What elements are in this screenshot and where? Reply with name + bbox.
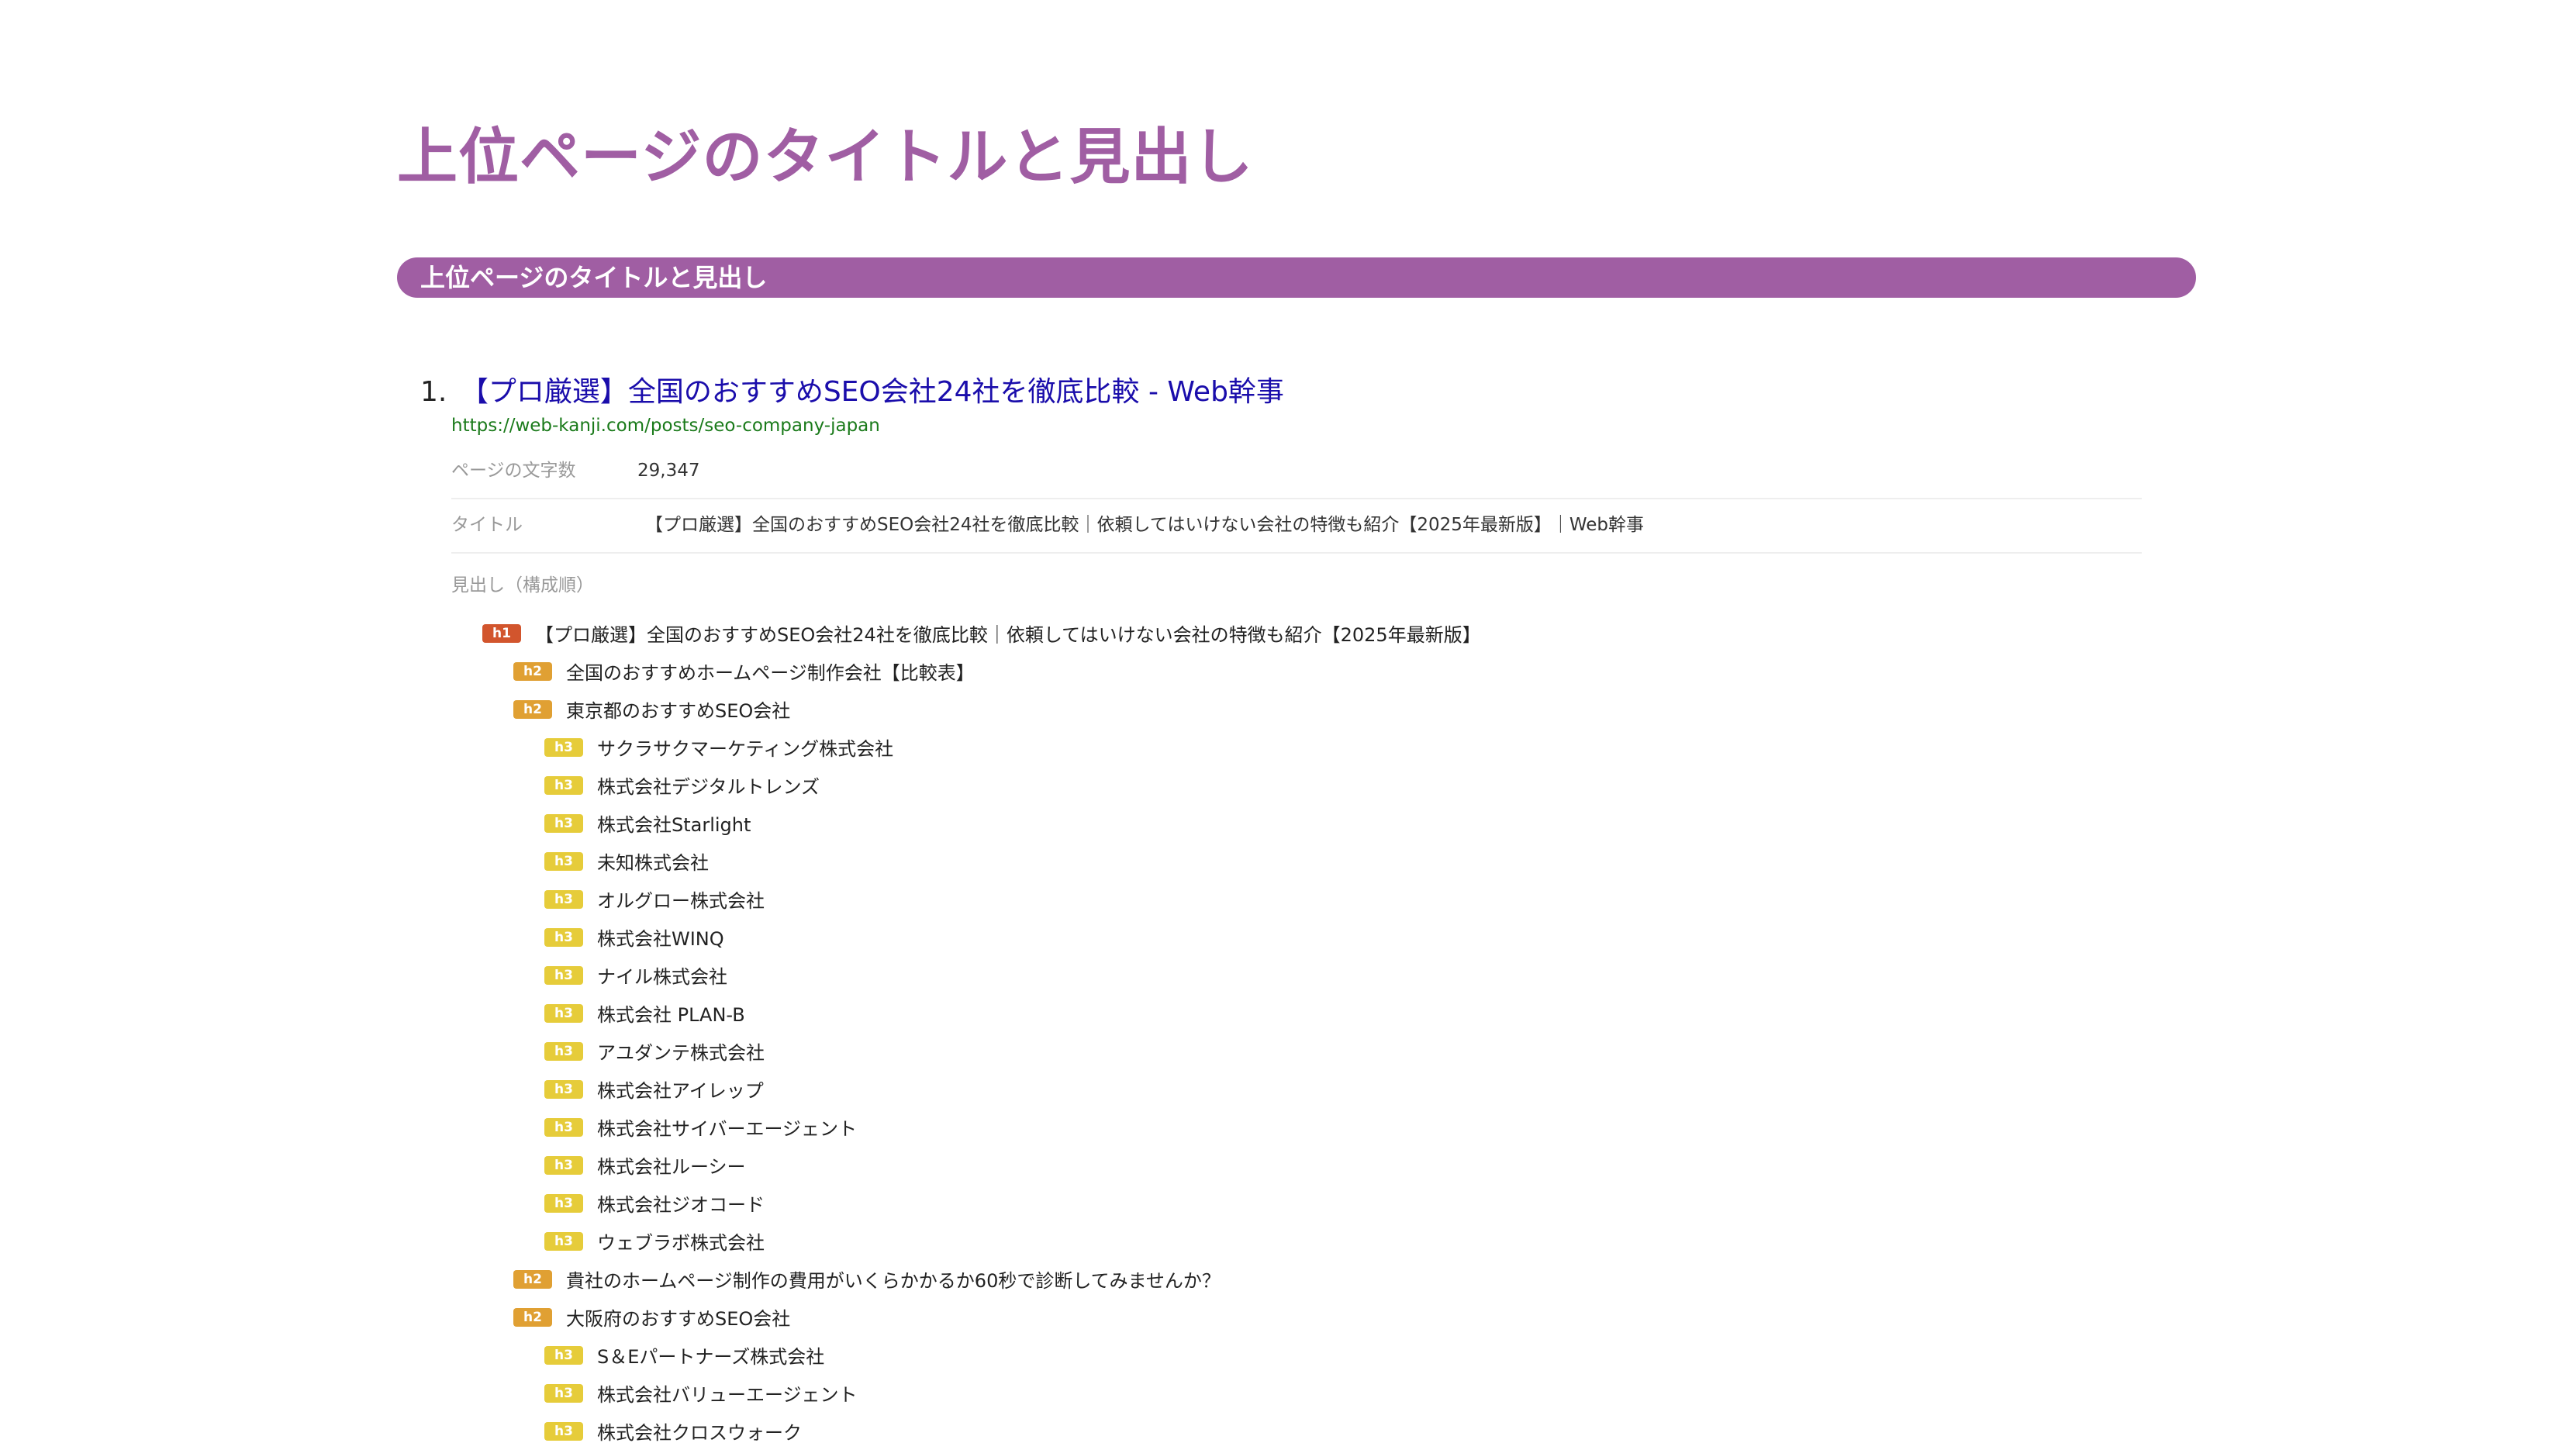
heading-level-badge: h3 [544, 1231, 583, 1251]
heading-item-h2: h2 東京都のおすすめSEO会社 [420, 690, 1481, 728]
heading-item-h3: h3 アユダンテ株式会社 [420, 1032, 1481, 1070]
heading-level-badge: h1 [482, 623, 521, 643]
heading-text: 貴社のホームページ制作の費用がいくらかかるか60秒で診断してみませんか？ [566, 1270, 1221, 1292]
heading-text: サクラサクマーケティング株式会社 [597, 738, 894, 760]
heading-item-h3: h3 株式会社ジオコード [420, 1184, 1481, 1222]
section-header-bar: 上位ページのタイトルと見出し [397, 257, 2196, 298]
page-title-label: タイトル [451, 515, 523, 535]
heading-item-h3: h3 S＆Eパートナーズ株式会社 [420, 1336, 1481, 1374]
heading-item-h2: h2 大阪府のおすすめSEO会社 [420, 1298, 1481, 1336]
heading-item-h3: h3 オルグロー株式会社 [420, 880, 1481, 918]
heading-level-badge: h3 [544, 965, 583, 985]
result-heading: 1. 【プロ厳選】全国のおすすめSEO会社24社を徹底比較 - Web幹事 [420, 372, 1284, 413]
heading-text: 株式会社バリューエージェント [597, 1384, 858, 1406]
heading-text: アユダンテ株式会社 [597, 1042, 765, 1064]
result-url[interactable]: https://web-kanji.com/posts/seo-company-… [451, 416, 880, 436]
heading-text: ウェブラボ株式会社 [597, 1232, 765, 1254]
heading-item-h3: h3 未知株式会社 [420, 842, 1481, 880]
heading-level-badge: h3 [544, 1003, 583, 1023]
headings-list: h1 【プロ厳選】全国のおすすめSEO会社24社を徹底比較｜依頼してはいけない会社… [420, 614, 1481, 1450]
heading-level-badge: h2 [513, 1307, 552, 1327]
heading-level-badge: h3 [544, 1155, 583, 1175]
heading-level-badge: h2 [513, 661, 552, 681]
heading-level-badge: h2 [513, 1269, 552, 1289]
heading-text: 株式会社WINQ [597, 928, 724, 950]
heading-level-badge: h3 [544, 851, 583, 871]
heading-text: 株式会社アイレップ [597, 1080, 764, 1102]
heading-level-badge: h3 [544, 775, 583, 795]
heading-text: 株式会社 PLAN-B [597, 1004, 745, 1026]
heading-item-h3: h3 株式会社WINQ [420, 918, 1481, 956]
heading-level-badge: h3 [544, 1041, 583, 1061]
result-title-link[interactable]: 【プロ厳選】全国のおすすめSEO会社24社を徹底比較 - Web幹事 [461, 376, 1284, 408]
heading-item-h3: h3 株式会社サイバーエージェント [420, 1108, 1481, 1146]
heading-text: 株式会社サイバーエージェント [597, 1118, 858, 1140]
heading-item-h3: h3 株式会社Starlight [420, 804, 1481, 842]
heading-text: オルグロー株式会社 [597, 890, 765, 912]
heading-item-h3: h3 ナイル株式会社 [420, 956, 1481, 994]
heading-text: 株式会社Starlight [597, 814, 751, 836]
heading-text: 株式会社ルーシー [597, 1156, 746, 1178]
heading-text: 未知株式会社 [597, 852, 709, 874]
heading-item-h3: h3 株式会社 PLAN-B [420, 994, 1481, 1032]
heading-text: 大阪府のおすすめSEO会社 [566, 1308, 791, 1330]
heading-level-badge: h3 [544, 813, 583, 833]
heading-text: 東京都のおすすめSEO会社 [566, 700, 791, 722]
heading-level-badge: h3 [544, 737, 583, 757]
heading-level-badge: h3 [544, 1421, 583, 1441]
char-count-value: 29,347 [637, 461, 700, 481]
heading-text: 株式会社ジオコード [597, 1194, 765, 1216]
heading-text: S＆Eパートナーズ株式会社 [597, 1346, 825, 1368]
result-rank-number: 1. [420, 376, 447, 408]
heading-level-badge: h3 [544, 1383, 583, 1403]
heading-level-badge: h3 [544, 927, 583, 947]
heading-item-h3: h3 サクラサクマーケティング株式会社 [420, 728, 1481, 766]
heading-text: ナイル株式会社 [597, 966, 727, 988]
heading-level-badge: h3 [544, 1117, 583, 1137]
heading-item-h3: h3 株式会社アイレップ [420, 1070, 1481, 1108]
heading-item-h3: h3 株式会社バリューエージェント [420, 1374, 1481, 1412]
heading-text: 全国のおすすめホームページ制作会社【比較表】 [566, 662, 975, 684]
heading-item-h3: h3 株式会社デジタルトレンズ [420, 766, 1481, 804]
heading-text: 株式会社クロスウォーク [597, 1422, 802, 1444]
heading-item-h3: h3 株式会社クロスウォーク [420, 1412, 1481, 1450]
heading-level-badge: h3 [544, 1345, 583, 1365]
heading-item-h3: h3 ウェブラボ株式会社 [420, 1222, 1481, 1260]
heading-item-h2: h2 貴社のホームページ制作の費用がいくらかかるか60秒で診断してみませんか？ [420, 1260, 1481, 1298]
page-title-value: 【プロ厳選】全国のおすすめSEO会社24社を徹底比較｜依頼してはいけない会社の特… [645, 515, 1645, 535]
heading-item-h2: h2 全国のおすすめホームページ制作会社【比較表】 [420, 652, 1481, 690]
heading-level-badge: h3 [544, 1079, 583, 1099]
page-title: 上位ページのタイトルと見出し [397, 123, 1254, 192]
heading-text: 【プロ厳選】全国のおすすめSEO会社24社を徹底比較｜依頼してはいけない会社の特… [535, 624, 1481, 646]
char-count-label: ページの文字数 [451, 461, 576, 481]
page-title-row: タイトル 【プロ厳選】全国のおすすめSEO会社24社を徹底比較｜依頼してはいけな… [451, 498, 2142, 554]
heading-item-h3: h3 株式会社ルーシー [420, 1146, 1481, 1184]
char-count-row: ページの文字数 29,347 [451, 444, 2142, 499]
heading-level-badge: h2 [513, 699, 552, 719]
heading-item-h1: h1 【プロ厳選】全国のおすすめSEO会社24社を徹底比較｜依頼してはいけない会社… [420, 614, 1481, 652]
headings-label: 見出し（構成順） [451, 575, 594, 596]
heading-level-badge: h3 [544, 1193, 583, 1213]
heading-text: 株式会社デジタルトレンズ [597, 776, 820, 798]
heading-level-badge: h3 [544, 889, 583, 909]
